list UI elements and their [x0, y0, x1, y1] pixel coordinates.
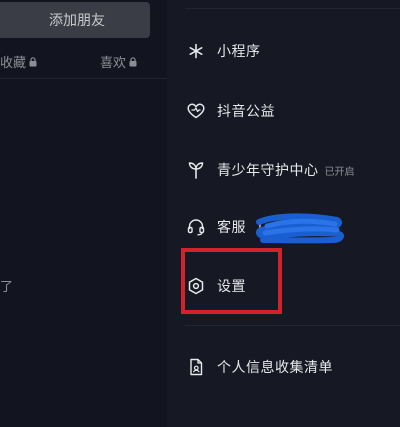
menu-item-label: 客服 — [217, 220, 246, 236]
settings-icon — [187, 277, 205, 295]
tab-favorites[interactable]: 收藏 — [0, 52, 37, 71]
menu-item-label: 小程序 — [217, 44, 261, 60]
status-badge: 已开启 — [324, 166, 355, 178]
document-icon — [187, 358, 205, 376]
customer-service-suffix: ( — [258, 219, 264, 235]
divider — [185, 325, 400, 326]
headset-icon — [187, 218, 205, 236]
add-friend-button[interactable]: 添加朋友 — [0, 2, 150, 38]
menu-item-label: 青少年守护中心 — [217, 163, 319, 179]
menu-item-personal-info-list[interactable]: 个人信息收集清单 — [167, 347, 400, 387]
menu-item-label: 抖音公益 — [217, 104, 275, 120]
sprout-icon — [187, 161, 205, 179]
menu-item-label: 个人信息收集清单 — [217, 360, 333, 376]
add-friend-label: 添加朋友 — [49, 13, 105, 29]
menu-item-settings[interactable]: 设置 — [167, 266, 400, 306]
menu-item-charity[interactable]: 抖音公益 — [167, 91, 400, 131]
lock-icon — [129, 56, 137, 66]
lock-icon — [29, 56, 37, 66]
side-drawer-menu: 小程序 抖音公益 青少年守护中心 已开启 客服 设置 个人信息收集清单 — [167, 0, 400, 427]
empty-state-text: 了 — [0, 280, 14, 295]
app-screen: 添加朋友 收藏 喜欢 了 小程序 抖音公益 青少年守护中心 已开启 客服 设置 … — [0, 0, 400, 427]
mini-program-icon — [187, 42, 205, 60]
menu-item-teen-protection[interactable]: 青少年守护中心 已开启 — [167, 150, 400, 190]
menu-item-label: 设置 — [217, 279, 246, 295]
tab-likes-label: 喜欢 — [100, 56, 127, 71]
charity-heart-icon — [187, 102, 205, 120]
tab-favorites-label: 收藏 — [0, 56, 27, 71]
menu-item-mini-program[interactable]: 小程序 — [167, 31, 400, 71]
profile-pane: 添加朋友 收藏 喜欢 了 — [0, 0, 167, 427]
divider — [185, 8, 400, 9]
menu-item-customer-service[interactable]: 客服 — [167, 207, 400, 247]
profile-tabs: 收藏 喜欢 — [0, 52, 167, 72]
tab-likes[interactable]: 喜欢 — [100, 52, 137, 71]
tab-divider — [0, 78, 167, 79]
